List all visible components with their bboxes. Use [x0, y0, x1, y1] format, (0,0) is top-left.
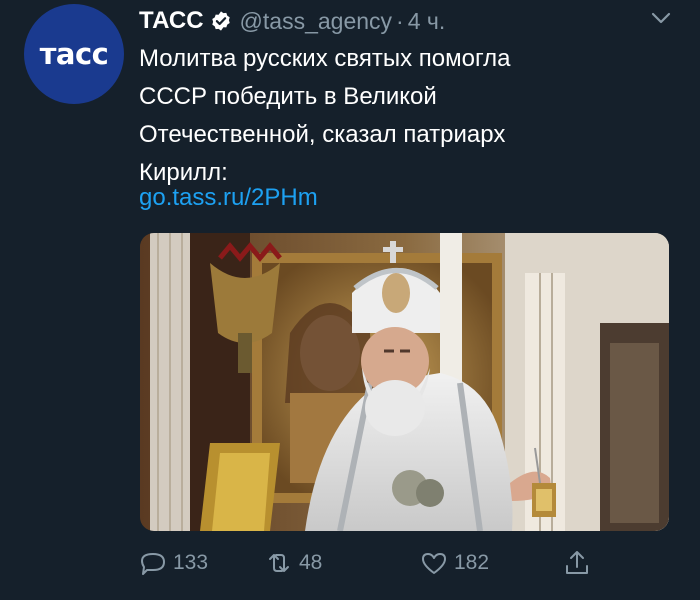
- photo-patriarch-in-cathedral: [140, 233, 669, 531]
- separator-dot: ·: [396, 7, 404, 34]
- reply-icon: [141, 553, 165, 575]
- avatar[interactable]: тасс: [24, 4, 124, 104]
- reply-button[interactable]: 133: [139, 545, 208, 581]
- chevron-down-icon[interactable]: [648, 8, 674, 28]
- like-count: 182: [454, 551, 490, 574]
- tweet-text: Молитва русских святых помогла СССР побе…: [139, 40, 679, 192]
- tweet-actions: 133 48 182: [139, 545, 599, 581]
- verified-badge-icon: [211, 11, 230, 31]
- like-button[interactable]: 182: [420, 545, 489, 581]
- timestamp[interactable]: 4 ч.: [408, 8, 446, 35]
- retweet-count: 48: [299, 551, 323, 574]
- tweet-link[interactable]: go.tass.ru/2PHm: [139, 184, 318, 212]
- like-icon: [422, 553, 446, 574]
- retweet-icon: [269, 554, 289, 572]
- retweet-button[interactable]: 48: [265, 545, 322, 581]
- share-icon: [566, 551, 588, 574]
- reply-count: 133: [173, 551, 209, 574]
- tweet-header: ТАСС @tass_agency · 4 ч.: [139, 6, 445, 36]
- tweet[interactable]: тасс ТАСС @tass_agency · 4 ч. Молитва ру…: [0, 0, 700, 600]
- tweet-photo[interactable]: [140, 233, 669, 531]
- tweet-text-line: Отечественной, сказал патриарх: [139, 121, 506, 148]
- share-button[interactable]: [563, 545, 597, 581]
- tweet-text-line: СССР победить в Великой: [139, 83, 437, 110]
- avatar-logo-text: тасс: [39, 37, 109, 71]
- tweet-text-line: Молитва русских святых помогла: [139, 45, 511, 72]
- display-name[interactable]: ТАСС: [139, 7, 204, 35]
- handle[interactable]: @tass_agency: [240, 8, 393, 35]
